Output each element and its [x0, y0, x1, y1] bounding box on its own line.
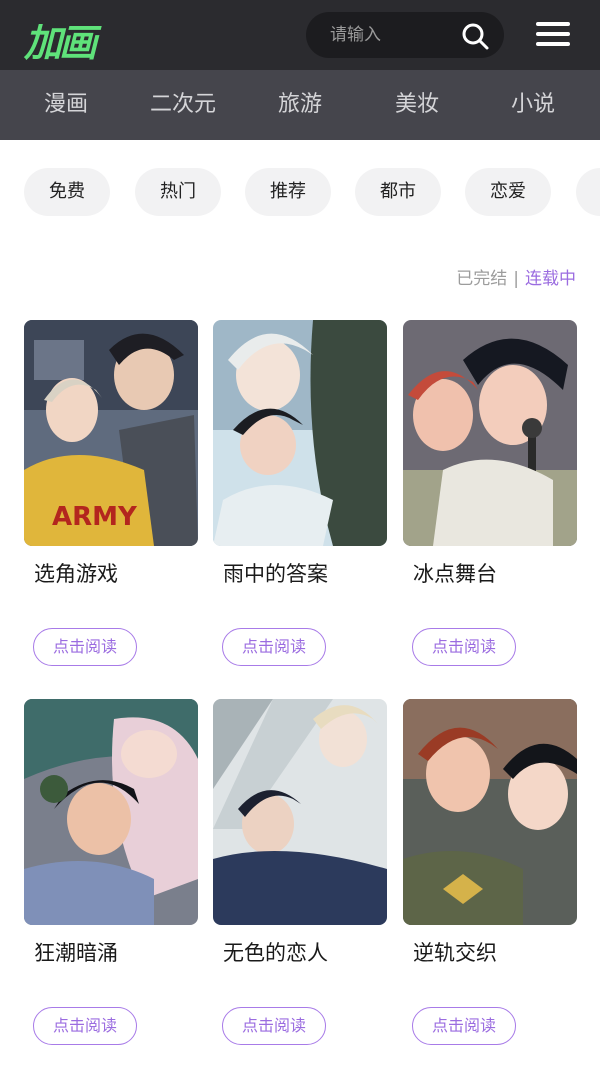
app-logo[interactable]: 加画: [24, 10, 110, 65]
comic-cover-image[interactable]: [403, 699, 577, 925]
comic-card[interactable]: ARMY 选角游戏 点击阅读: [24, 320, 198, 666]
search-bar[interactable]: [306, 12, 504, 58]
menu-icon[interactable]: [536, 22, 570, 48]
top-bar: 加画: [0, 0, 600, 70]
read-button[interactable]: 点击阅读: [33, 1007, 137, 1045]
tag-filter-row: 免费 热门 推荐 都市 恋爱: [0, 168, 600, 218]
tag-chip-overflow[interactable]: [576, 168, 600, 216]
category-tab-1[interactable]: 二次元: [123, 70, 243, 140]
read-button[interactable]: 点击阅读: [222, 628, 326, 666]
comic-cover-image[interactable]: [213, 320, 387, 546]
comic-title[interactable]: 狂潮暗涌: [34, 937, 198, 965]
read-button[interactable]: 点击阅读: [33, 628, 137, 666]
comic-cover-image[interactable]: ARMY: [24, 320, 198, 546]
read-button[interactable]: 点击阅读: [412, 628, 516, 666]
comic-title[interactable]: 逆轨交织: [413, 937, 577, 965]
tag-chip-2[interactable]: 推荐: [245, 168, 331, 216]
category-tab-4[interactable]: 小说: [473, 70, 593, 140]
status-filter: 已完结 | 连载中: [456, 264, 576, 289]
filter-separator: |: [513, 269, 519, 289]
filter-completed[interactable]: 已完结: [456, 269, 507, 289]
category-tab-2[interactable]: 旅游: [240, 70, 360, 140]
comic-title[interactable]: 冰点舞台: [413, 558, 577, 586]
comic-title[interactable]: 选角游戏: [34, 558, 198, 586]
comic-cover-image[interactable]: [213, 699, 387, 925]
comic-cover-image[interactable]: [403, 320, 577, 546]
filter-ongoing[interactable]: 连载中: [525, 269, 576, 289]
read-button[interactable]: 点击阅读: [412, 1007, 516, 1045]
tag-chip-3[interactable]: 都市: [355, 168, 441, 216]
comic-card[interactable]: 无色的恋人 点击阅读: [213, 699, 387, 1045]
tag-chip-0[interactable]: 免费: [24, 168, 110, 216]
svg-text:ARMY: ARMY: [52, 502, 138, 532]
comic-card[interactable]: 雨中的答案 点击阅读: [213, 320, 387, 666]
category-nav: 漫画 二次元 旅游 美妆 小说: [0, 70, 600, 140]
comic-card[interactable]: 狂潮暗涌 点击阅读: [24, 699, 198, 1045]
search-icon[interactable]: [460, 21, 490, 51]
comic-card[interactable]: 冰点舞台 点击阅读: [403, 320, 577, 666]
tag-chip-4[interactable]: 恋爱: [465, 168, 551, 216]
category-tab-0[interactable]: 漫画: [6, 70, 126, 140]
tag-chip-1[interactable]: 热门: [135, 168, 221, 216]
search-input[interactable]: [330, 21, 450, 49]
comic-cover-image[interactable]: [24, 699, 198, 925]
category-tab-3[interactable]: 美妆: [357, 70, 477, 140]
read-button[interactable]: 点击阅读: [222, 1007, 326, 1045]
logo-text: 加画: [24, 21, 97, 65]
comic-title[interactable]: 无色的恋人: [223, 937, 387, 965]
comic-title[interactable]: 雨中的答案: [223, 558, 387, 586]
comic-card[interactable]: 逆轨交织 点击阅读: [403, 699, 577, 1045]
